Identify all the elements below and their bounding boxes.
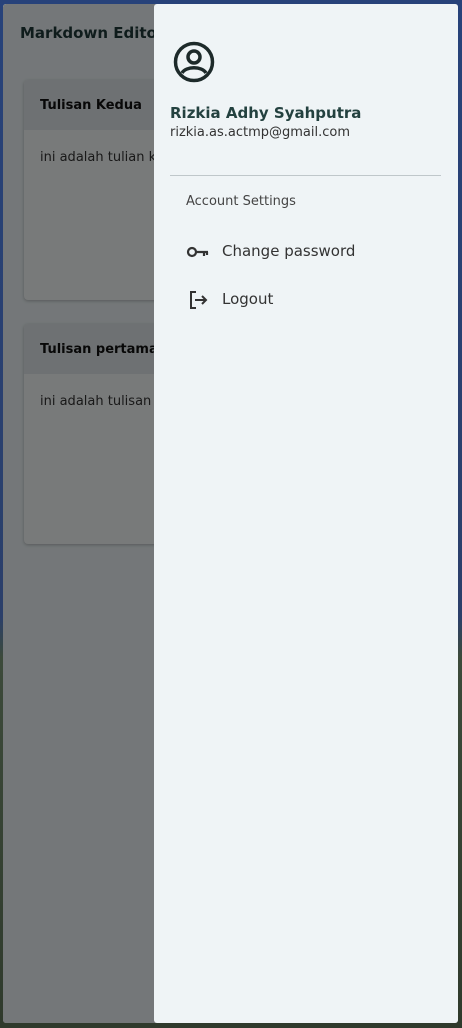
user-name: Rizkia Adhy Syahputra xyxy=(170,104,362,122)
change-password-menu-item[interactable]: Change password xyxy=(170,232,441,272)
menu-item-label: Logout xyxy=(222,290,274,308)
menu-item-label: Change password xyxy=(222,242,356,260)
app-window: Markdown Editor Tulisan Kedua ini adalah… xyxy=(3,4,458,1023)
user-email: rizkia.as.actmp@gmail.com xyxy=(170,125,351,140)
drawer-divider xyxy=(170,175,441,176)
account-circle-icon xyxy=(172,40,216,84)
logout-menu-item[interactable]: Logout xyxy=(170,280,441,320)
logout-icon xyxy=(186,288,210,312)
navigation-drawer: Rizkia Adhy Syahputra rizkia.as.actmp@gm… xyxy=(154,4,458,1023)
key-icon xyxy=(186,240,210,264)
section-label: Account Settings xyxy=(186,194,296,209)
